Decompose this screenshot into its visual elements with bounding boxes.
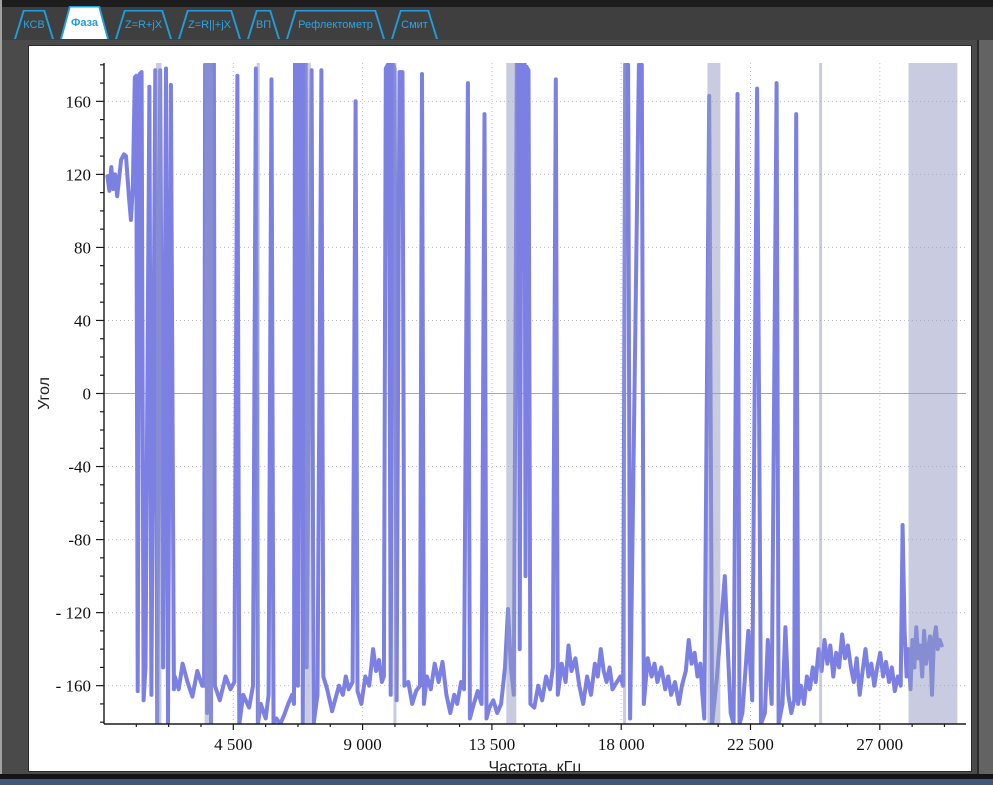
band-160m xyxy=(156,63,161,724)
tab-z-r-plus-jx-label: Z=R+jX xyxy=(115,10,172,39)
tab-faza-label: Фаза xyxy=(60,6,109,39)
band-12m xyxy=(819,63,822,724)
x-tick-label: 22 500 xyxy=(727,735,774,754)
tab-smith[interactable]: Смит xyxy=(391,10,438,39)
tab-bar: КСВФазаZ=R+jXZ=R||+jXВПРефлектометрСмит xyxy=(14,8,444,39)
x-tick-label: 18 000 xyxy=(598,735,645,754)
phase-chart[interactable]: 160 120 80 40 0 -40 -80 - 120 - 160 4 500 9 000 13 … xyxy=(29,46,971,771)
window-top-edge xyxy=(0,0,993,7)
y-tick-label: 0 xyxy=(83,385,92,404)
tab-smith-label: Смит xyxy=(391,10,438,39)
y-tick-label: 80 xyxy=(74,238,91,257)
band-80m xyxy=(205,63,214,724)
phase-chart-panel: 160 120 80 40 0 -40 -80 - 120 - 160 4 500 9 000 13 … xyxy=(28,45,972,772)
tab-faza[interactable]: Фаза xyxy=(60,6,109,39)
band-15m xyxy=(707,63,720,724)
x-tick-label: 9 000 xyxy=(343,735,381,754)
band-10m xyxy=(909,63,958,724)
y-tick-label: 120 xyxy=(66,165,92,184)
y-tick-label: 160 xyxy=(66,92,92,111)
y-axis-title: Угол xyxy=(36,377,53,410)
tab-vp-label: ВП xyxy=(247,10,280,39)
window-right-edge xyxy=(977,40,993,785)
tab-ksv-label: КСВ xyxy=(14,10,54,39)
tab-reflectometer-label: Рефлектометр xyxy=(286,10,385,39)
y-tick-label: 40 xyxy=(74,311,91,330)
tab-z-r-parallel-jx-label: Z=R||+jX xyxy=(178,10,241,39)
y-tick-label: -40 xyxy=(68,458,91,477)
y-tick-label: - 120 xyxy=(56,604,91,623)
tab-reflectometer[interactable]: Рефлектометр xyxy=(286,10,385,39)
band-20m xyxy=(506,63,516,724)
x-tick-label: 27 000 xyxy=(856,735,903,754)
x-axis-title: Частота, кГц xyxy=(488,759,581,771)
band-40m xyxy=(305,63,311,724)
band-30m xyxy=(393,63,396,724)
window-bottom-accent-bar xyxy=(0,779,993,785)
tab-z-r-plus-jx[interactable]: Z=R+jX xyxy=(115,10,172,39)
y-tick-label: -80 xyxy=(68,531,91,550)
tab-z-r-parallel-jx[interactable]: Z=R||+jX xyxy=(178,10,241,39)
y-tick-label: - 160 xyxy=(56,677,91,696)
x-tick-label: 13 500 xyxy=(469,735,516,754)
window-left-edge xyxy=(0,0,2,785)
x-tick-label: 4 500 xyxy=(214,735,252,754)
tab-ksv[interactable]: КСВ xyxy=(14,10,54,39)
tab-vp[interactable]: ВП xyxy=(247,10,280,39)
band-60m xyxy=(257,63,260,724)
band-17m xyxy=(623,63,626,724)
